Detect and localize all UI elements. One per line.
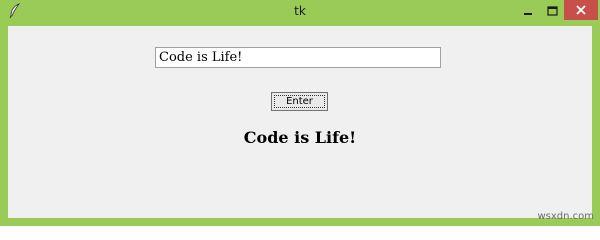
close-icon (576, 5, 586, 15)
maximize-icon (546, 6, 558, 16)
enter-button[interactable]: Enter (271, 92, 328, 111)
app-window: tk Enter Code is Life! wsxdn.com (0, 0, 600, 226)
maximize-button[interactable] (540, 1, 564, 21)
title-bar[interactable]: tk (0, 0, 600, 24)
enter-button-label: Enter (286, 96, 313, 107)
output-label: Code is Life! (243, 128, 357, 147)
text-entry[interactable] (155, 47, 441, 68)
minimize-icon (524, 13, 532, 15)
close-button[interactable] (564, 0, 598, 20)
minimize-button[interactable] (516, 1, 540, 21)
window-title: tk (294, 4, 306, 18)
window-client-area: Enter Code is Life! (8, 26, 592, 218)
watermark-text: wsxdn.com (537, 211, 594, 222)
